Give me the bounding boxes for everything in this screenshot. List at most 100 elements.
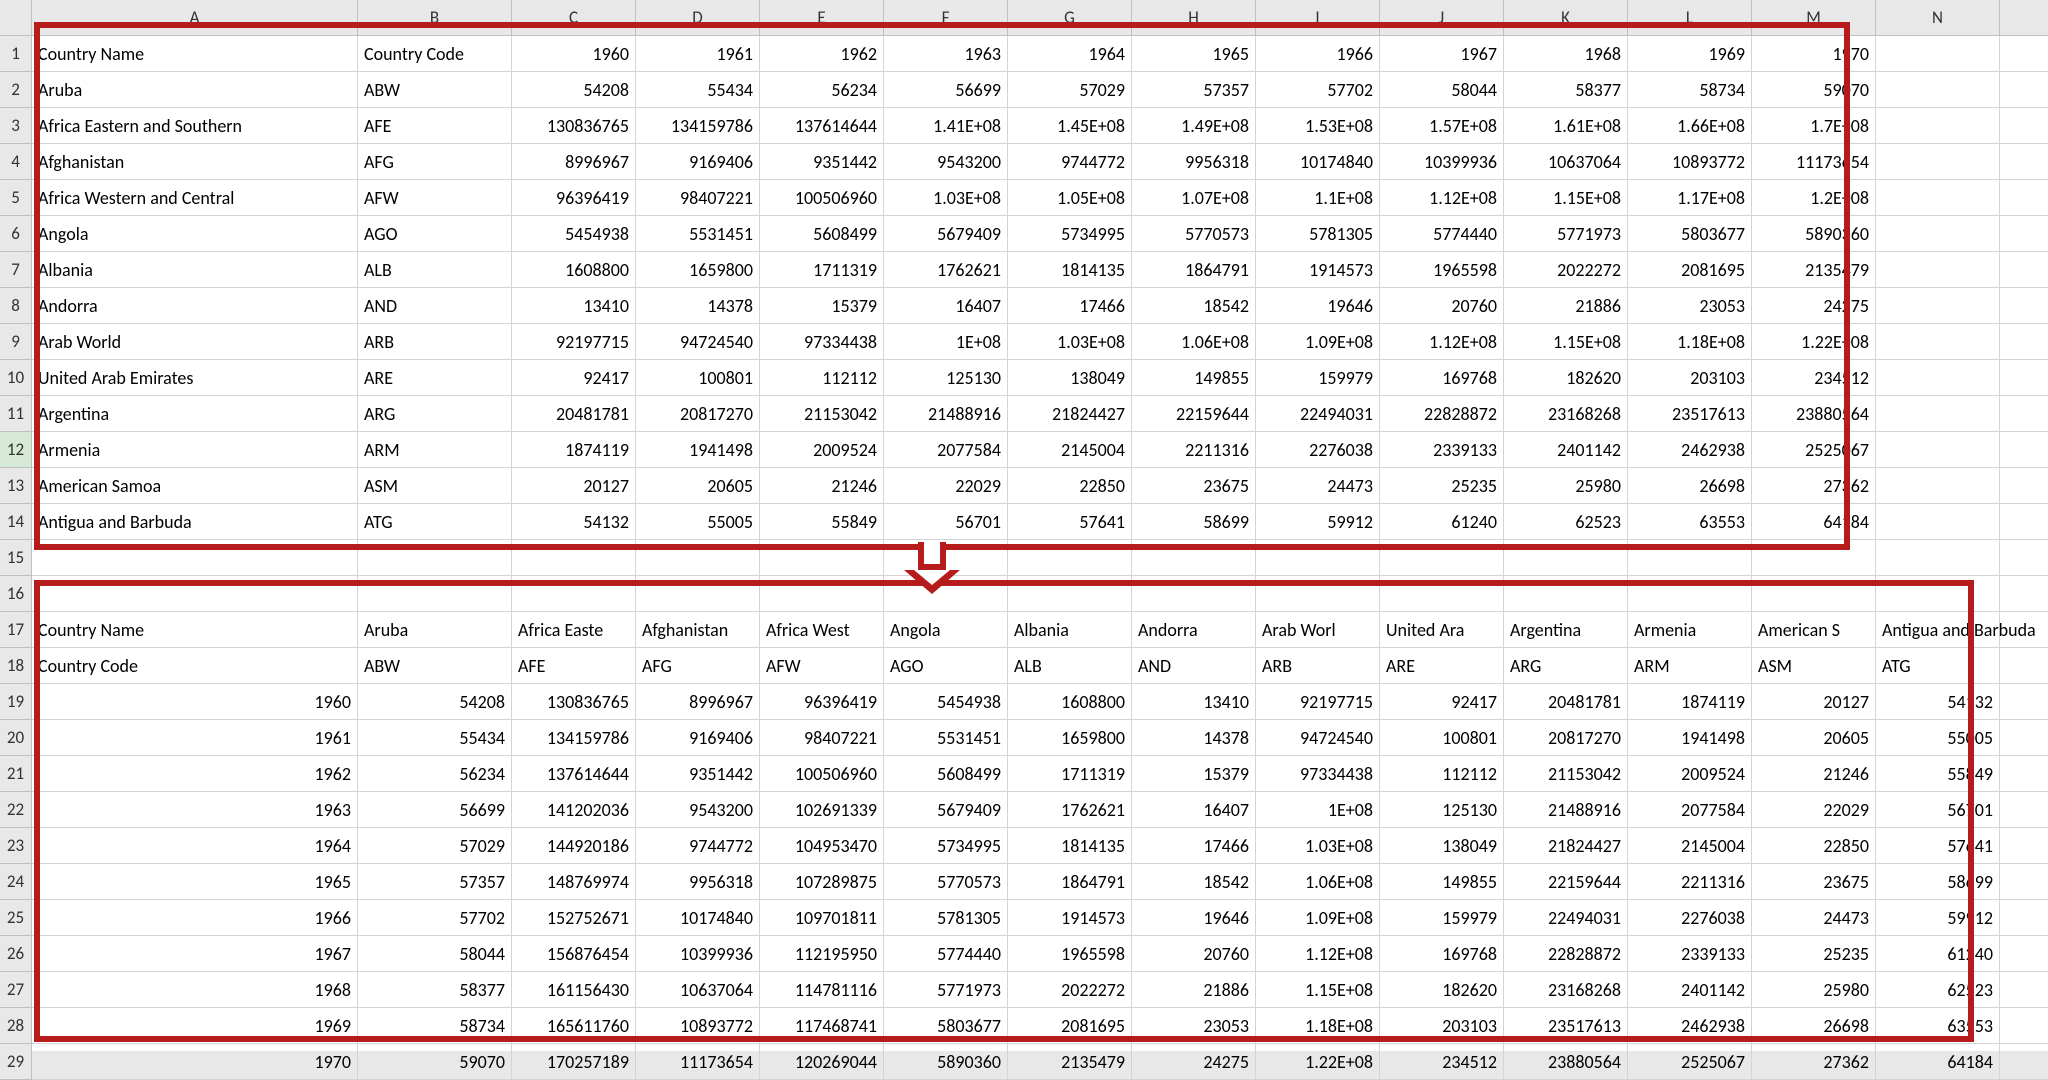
cell-A14[interactable]: Antigua and Barbuda	[32, 504, 358, 540]
cell-C26[interactable]: 156876454	[512, 936, 636, 972]
cell-N1[interactable]	[1876, 36, 2000, 72]
cell-D21[interactable]: 9351442	[636, 756, 760, 792]
cell-L14[interactable]: 63553	[1628, 504, 1752, 540]
cell-C9[interactable]: 92197715	[512, 324, 636, 360]
cell-O7[interactable]	[2000, 252, 2048, 288]
cell-J24[interactable]: 149855	[1380, 864, 1504, 900]
cell-K27[interactable]: 23168268	[1504, 972, 1628, 1008]
cell-M18[interactable]: ASM	[1752, 648, 1876, 684]
cell-I22[interactable]: 1E+08	[1256, 792, 1380, 828]
cell-C6[interactable]: 5454938	[512, 216, 636, 252]
cell-K20[interactable]: 20817270	[1504, 720, 1628, 756]
row-header-2[interactable]: 2	[0, 72, 32, 108]
cell-G28[interactable]: 2081695	[1008, 1008, 1132, 1044]
cell-N18[interactable]: ATG	[1876, 648, 2000, 684]
cell-C8[interactable]: 13410	[512, 288, 636, 324]
cell-C12[interactable]: 1874119	[512, 432, 636, 468]
cell-E6[interactable]: 5608499	[760, 216, 884, 252]
cell-O2[interactable]	[2000, 72, 2048, 108]
row-header-9[interactable]: 9	[0, 324, 32, 360]
cell-L5[interactable]: 1.17E+08	[1628, 180, 1752, 216]
cell-O5[interactable]	[2000, 180, 2048, 216]
row-header-17[interactable]: 17	[0, 612, 32, 648]
header-year-1964[interactable]: 1964	[1008, 36, 1132, 72]
cell-F25[interactable]: 5781305	[884, 900, 1008, 936]
cell-D5[interactable]: 98407221	[636, 180, 760, 216]
cell-B29[interactable]: 59070	[358, 1044, 512, 1080]
cell-L15[interactable]	[1628, 540, 1752, 576]
cell-J19[interactable]: 92417	[1380, 684, 1504, 720]
cell-I18[interactable]: ARB	[1256, 648, 1380, 684]
cell-B5[interactable]: AFW	[358, 180, 512, 216]
cell-I20[interactable]: 94724540	[1256, 720, 1380, 756]
cell-C14[interactable]: 54132	[512, 504, 636, 540]
cell-K15[interactable]	[1504, 540, 1628, 576]
cell-K26[interactable]: 22828872	[1504, 936, 1628, 972]
header-year-1962[interactable]: 1962	[760, 36, 884, 72]
row-header-25[interactable]: 25	[0, 900, 32, 936]
cell-N9[interactable]	[1876, 324, 2000, 360]
cell-N10[interactable]	[1876, 360, 2000, 396]
cell-I24[interactable]: 1.06E+08	[1256, 864, 1380, 900]
cell-E22[interactable]: 102691339	[760, 792, 884, 828]
cell-A20[interactable]: 1961	[32, 720, 358, 756]
cell-M15[interactable]	[1752, 540, 1876, 576]
cell-I13[interactable]: 24473	[1256, 468, 1380, 504]
cell-K10[interactable]: 182620	[1504, 360, 1628, 396]
cell-K28[interactable]: 23517613	[1504, 1008, 1628, 1044]
cell-A7[interactable]: Albania	[32, 252, 358, 288]
cell-G22[interactable]: 1762621	[1008, 792, 1132, 828]
row-header-21[interactable]: 21	[0, 756, 32, 792]
cell-N25[interactable]: 59912	[1876, 900, 2000, 936]
cell-G13[interactable]: 22850	[1008, 468, 1132, 504]
cell-H24[interactable]: 18542	[1132, 864, 1256, 900]
cell-F26[interactable]: 5774440	[884, 936, 1008, 972]
cell-B19[interactable]: 54208	[358, 684, 512, 720]
cell-M17[interactable]: American S	[1752, 612, 1876, 648]
cell-E10[interactable]: 112112	[760, 360, 884, 396]
row-header-13[interactable]: 13	[0, 468, 32, 504]
cell-G19[interactable]: 1608800	[1008, 684, 1132, 720]
cell-K24[interactable]: 22159644	[1504, 864, 1628, 900]
cell-D15[interactable]	[636, 540, 760, 576]
cell-E26[interactable]: 112195950	[760, 936, 884, 972]
header-year-1970[interactable]: 1970	[1752, 36, 1876, 72]
column-header-B[interactable]: B	[358, 0, 512, 36]
cell-N22[interactable]: 56701	[1876, 792, 2000, 828]
row-header-8[interactable]: 8	[0, 288, 32, 324]
cell-O3[interactable]	[2000, 108, 2048, 144]
cell-E17[interactable]: Africa West	[760, 612, 884, 648]
cell-B25[interactable]: 57702	[358, 900, 512, 936]
column-header-G[interactable]: G	[1008, 0, 1132, 36]
row-header-24[interactable]: 24	[0, 864, 32, 900]
cell-H13[interactable]: 23675	[1132, 468, 1256, 504]
cell-M22[interactable]: 22029	[1752, 792, 1876, 828]
cell-A22[interactable]: 1963	[32, 792, 358, 828]
cell-E27[interactable]: 114781116	[760, 972, 884, 1008]
cell-G27[interactable]: 2022272	[1008, 972, 1132, 1008]
cell-D19[interactable]: 8996967	[636, 684, 760, 720]
cell-C19[interactable]: 130836765	[512, 684, 636, 720]
cell-M2[interactable]: 59070	[1752, 72, 1876, 108]
column-header-E[interactable]: E	[760, 0, 884, 36]
cell-I23[interactable]: 1.03E+08	[1256, 828, 1380, 864]
cell-C7[interactable]: 1608800	[512, 252, 636, 288]
cell-L26[interactable]: 2339133	[1628, 936, 1752, 972]
cell-K7[interactable]: 2022272	[1504, 252, 1628, 288]
cell-G9[interactable]: 1.03E+08	[1008, 324, 1132, 360]
cell-B16[interactable]	[358, 576, 512, 612]
cell-B12[interactable]: ARM	[358, 432, 512, 468]
cell-L17[interactable]: Armenia	[1628, 612, 1752, 648]
header-year-1968[interactable]: 1968	[1504, 36, 1628, 72]
cell-E4[interactable]: 9351442	[760, 144, 884, 180]
cell-M20[interactable]: 20605	[1752, 720, 1876, 756]
cell-K29[interactable]: 23880564	[1504, 1044, 1628, 1080]
cell-A18[interactable]: Country Code	[32, 648, 358, 684]
cell-K12[interactable]: 2401142	[1504, 432, 1628, 468]
cell-E14[interactable]: 55849	[760, 504, 884, 540]
cell-K8[interactable]: 21886	[1504, 288, 1628, 324]
cell-E8[interactable]: 15379	[760, 288, 884, 324]
cell-D20[interactable]: 9169406	[636, 720, 760, 756]
cell-A2[interactable]: Aruba	[32, 72, 358, 108]
cell-O15[interactable]	[2000, 540, 2048, 576]
